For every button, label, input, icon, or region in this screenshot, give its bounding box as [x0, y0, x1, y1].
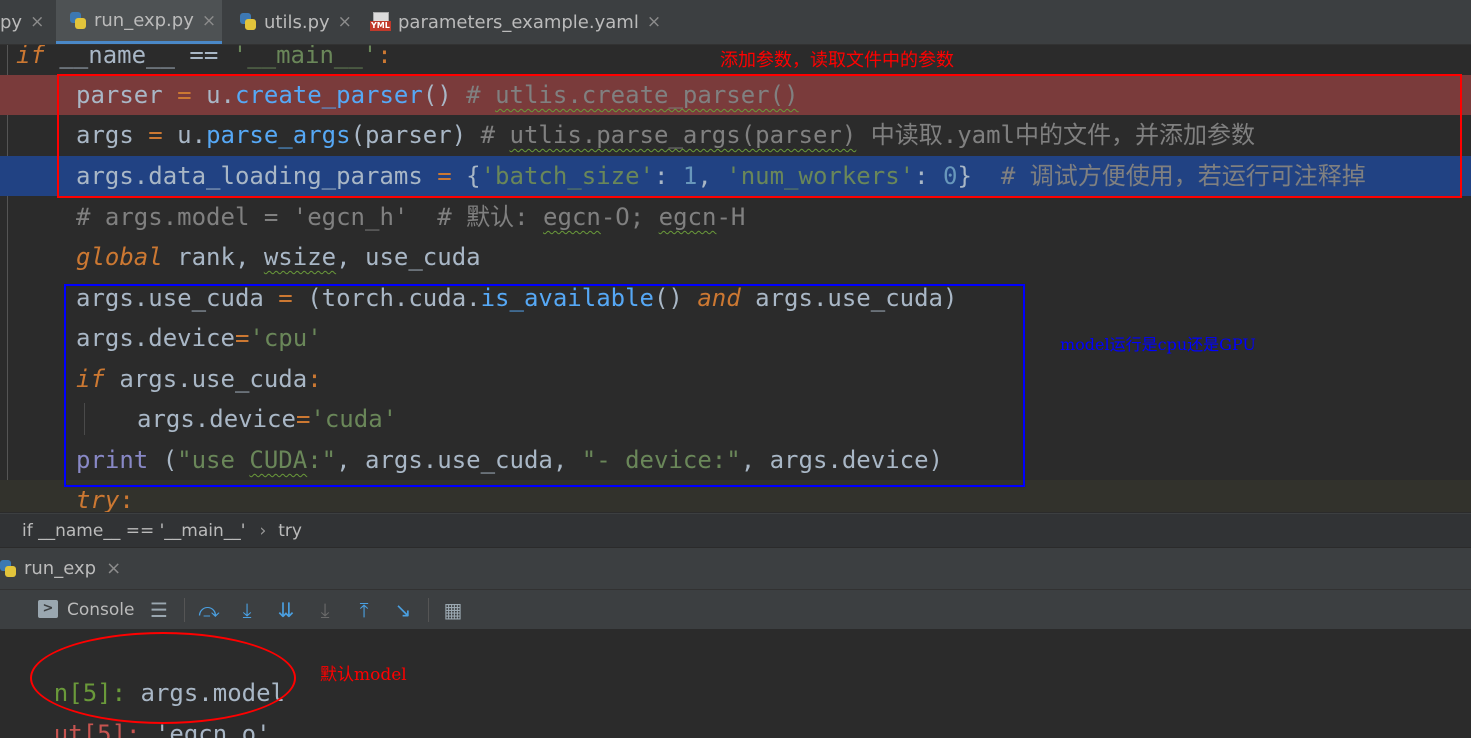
- console-icon: >: [38, 600, 58, 618]
- annotation-blue-note: model运行是cpu还是GPU: [1060, 335, 1256, 354]
- breadcrumb-item-main[interactable]: if __name__ == '__main__': [22, 521, 245, 541]
- tab-label: parameters_example.yaml: [398, 11, 639, 33]
- annotation-red-box: [57, 74, 1462, 198]
- tab-utils[interactable]: utils.py ×: [226, 0, 368, 44]
- toolbar-separator: [184, 598, 185, 622]
- python-file-icon: [238, 12, 258, 32]
- table-icon[interactable]: ▦: [442, 599, 464, 621]
- close-icon[interactable]: ×: [647, 12, 661, 32]
- breadcrumb-item-try[interactable]: try: [278, 521, 302, 541]
- step-out-icon[interactable]: ⤒: [353, 599, 375, 621]
- tab-run-exp[interactable]: run_exp.py ×: [56, 0, 222, 44]
- step-into-icon[interactable]: ⤓: [236, 599, 258, 621]
- output-prompt: ut[5]: [53, 720, 127, 738]
- close-icon[interactable]: ×: [106, 558, 121, 579]
- run-tab-label[interactable]: run_exp: [24, 558, 96, 579]
- code-line-6[interactable]: global rank, wsize, use_cuda: [0, 237, 1471, 277]
- console-tab-label[interactable]: Console: [67, 600, 135, 620]
- breadcrumb: if __name__ == '__main__' › try: [0, 513, 1471, 547]
- tab-parameters-yaml[interactable]: YML parameters_example.yaml ×: [360, 0, 670, 44]
- annotation-blue-box: [64, 284, 1025, 487]
- tab-label: py: [0, 11, 23, 33]
- annotation-red-note: 添加参数，读取文件中的参数: [720, 50, 954, 71]
- close-icon[interactable]: ×: [202, 11, 216, 31]
- tab-label: run_exp.py: [94, 10, 194, 31]
- python-file-icon: [68, 11, 88, 31]
- breadcrumb-separator: ›: [259, 520, 267, 541]
- code-line-5[interactable]: # args.model = 'egcn_h' # 默认: egcn-O; eg…: [0, 197, 1471, 237]
- step-into-disabled-icon[interactable]: ⤓: [314, 599, 336, 621]
- menu-icon[interactable]: ☰: [148, 599, 170, 621]
- close-icon[interactable]: ×: [338, 12, 352, 32]
- step-into-my-code-icon[interactable]: ⇊: [275, 599, 297, 621]
- annotation-red-ellipse: [30, 632, 296, 724]
- close-icon[interactable]: ×: [30, 12, 44, 32]
- console-toolbar: > Console ☰ ⤼ ⤓ ⇊ ⤓ ⤒ ↘ ▦: [0, 590, 1471, 630]
- run-to-cursor-icon[interactable]: ↘: [392, 599, 414, 621]
- step-over-icon[interactable]: ⤼: [198, 599, 220, 621]
- editor-tab-bar: py × run_exp.py × utils.py × YML paramet…: [0, 0, 1471, 45]
- yaml-file-icon: YML: [370, 12, 392, 32]
- python-file-icon: [0, 559, 18, 579]
- annotation-console-note: 默认model: [320, 665, 407, 685]
- tab-label: utils.py: [264, 11, 330, 33]
- run-panel-header: run_exp ×: [0, 548, 1471, 590]
- toolbar-separator: [428, 598, 429, 622]
- tab-partial-py[interactable]: py ×: [0, 0, 50, 44]
